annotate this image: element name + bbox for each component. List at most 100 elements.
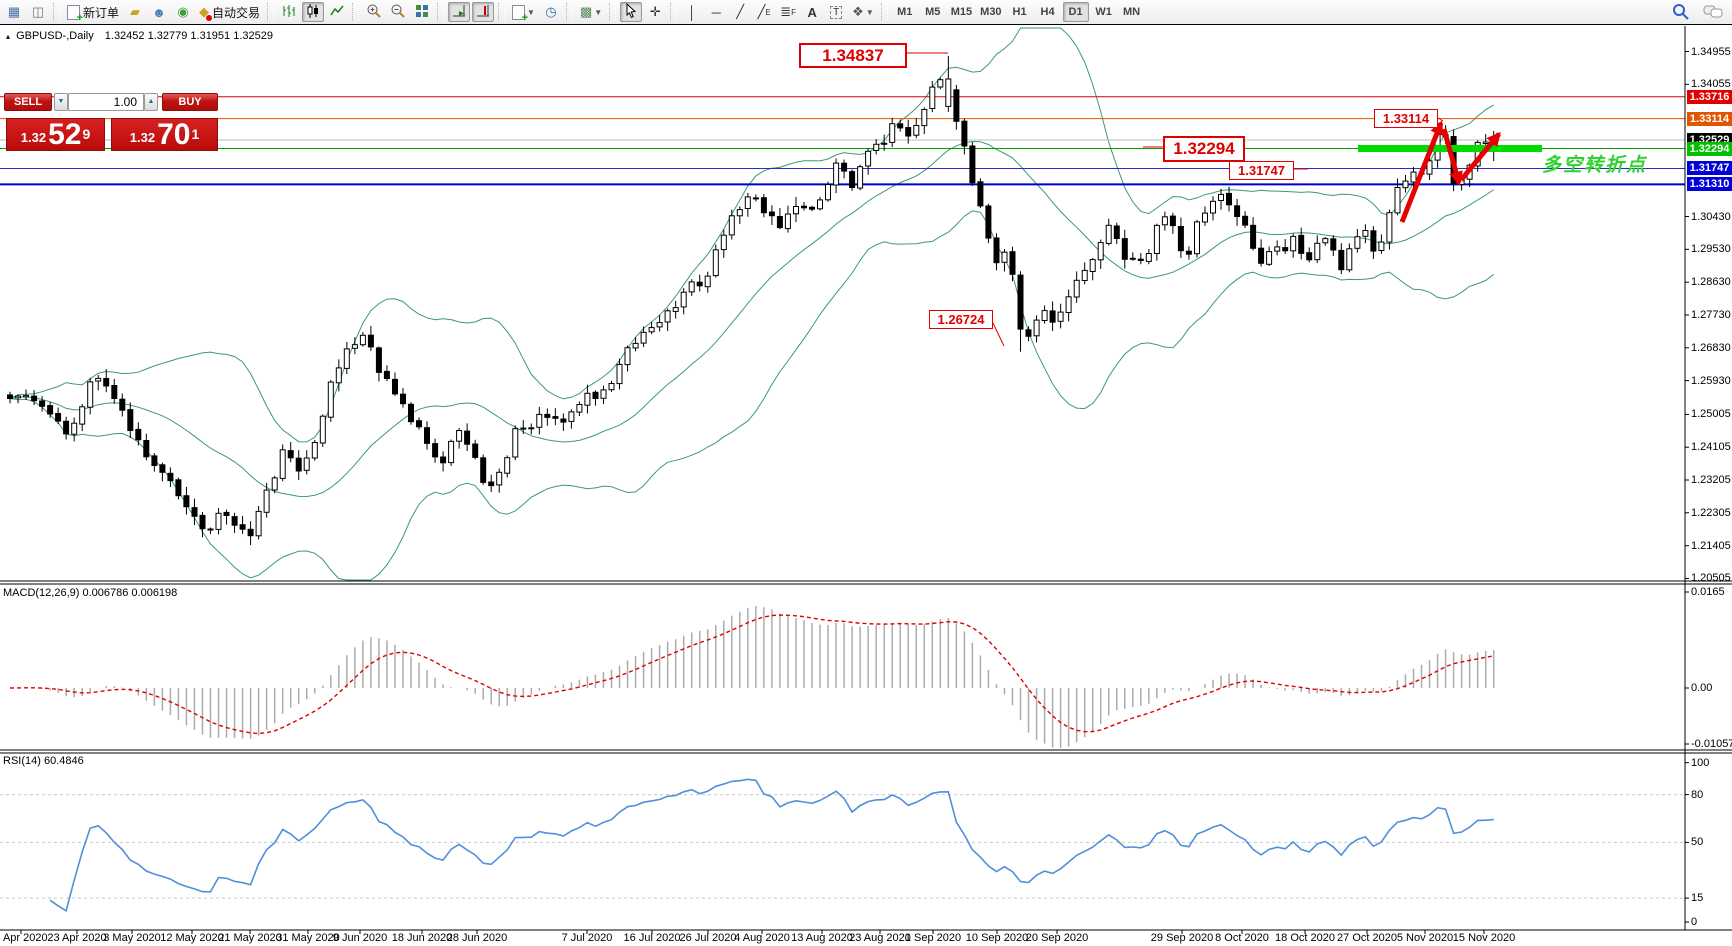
zoom-out-icon[interactable] [387, 2, 409, 22]
candle-body [1267, 252, 1272, 265]
indicators-add-icon-caret[interactable]: ▼ [527, 8, 535, 17]
price-callout-1.34837[interactable]: 1.34837 [799, 43, 907, 68]
date-label[interactable]: 31 May 2020 [276, 932, 340, 944]
candle-body [368, 335, 373, 347]
date-label[interactable]: 26 Jul 2020 [680, 932, 737, 944]
zoom-in-icon[interactable] [363, 2, 385, 22]
cursor-icon[interactable] [620, 2, 642, 22]
chart-shift-icon[interactable] [472, 2, 494, 22]
crosshair-icon[interactable]: ✛ [644, 2, 666, 22]
date-label[interactable]: 7 Jul 2020 [562, 932, 613, 944]
candle-body [1106, 225, 1111, 243]
auto-trading-button[interactable]: ◆自动交易 [196, 2, 263, 22]
bar-chart-icon[interactable] [278, 2, 300, 22]
date-label[interactable]: 27 Oct 2020 [1337, 932, 1397, 944]
bull-bear-turning-point-annotation[interactable]: 多空转折点 [1542, 150, 1647, 177]
new-order-button[interactable]: +新订单 [64, 2, 122, 22]
arrows-tool-icon-caret[interactable]: ▼ [866, 8, 874, 17]
chart-canvas[interactable] [0, 0, 1732, 946]
date-label[interactable]: 21 May 2020 [218, 932, 282, 944]
date-label[interactable]: 4 Apr 2020 [0, 932, 48, 944]
text-icon[interactable]: A [801, 2, 823, 22]
sell-price-big: 52 [48, 122, 81, 148]
date-label[interactable]: 10 Sep 2020 [966, 932, 1028, 944]
date-label[interactable]: 12 May 2020 [160, 932, 224, 944]
auto-scroll-icon[interactable] [448, 2, 470, 22]
search-icon[interactable] [1669, 2, 1693, 22]
candle-body [761, 198, 766, 213]
window-profile-icon[interactable]: ◫ [27, 2, 49, 22]
date-label[interactable]: 29 Sep 2020 [1151, 932, 1213, 944]
timeframe-m1-button[interactable]: M1 [892, 2, 918, 22]
timeframe-m15-button[interactable]: M15 [948, 2, 975, 22]
buy-price-box[interactable]: 1.32 70 1 [111, 118, 218, 151]
horizontal-line-icon[interactable]: ─ [705, 2, 727, 22]
date-label[interactable]: 13 Aug 2020 [791, 932, 853, 944]
timeframe-mn-button[interactable]: MN [1119, 2, 1145, 22]
price-callout-1.32294[interactable]: 1.32294 [1163, 136, 1245, 162]
candle-body [785, 214, 790, 229]
candle-body [585, 393, 590, 405]
price-callout-1.31747[interactable]: 1.31747 [1229, 161, 1294, 180]
timeframe-h4-button[interactable]: H4 [1035, 2, 1061, 22]
timeframe-w1-button[interactable]: W1 [1091, 2, 1117, 22]
date-label[interactable]: 9 Jun 2020 [333, 932, 387, 944]
templates-icon-caret[interactable]: ▼ [594, 8, 602, 17]
timeframe-d1-button[interactable]: D1 [1063, 2, 1089, 22]
templates-icon[interactable]: ▩▼ [577, 2, 605, 22]
price-tick-label: 1.25005 [1691, 408, 1731, 420]
sell-button[interactable]: SELL [4, 93, 52, 111]
date-label[interactable]: 18 Oct 2020 [1275, 932, 1335, 944]
volume-decrease-button[interactable]: ▼ [54, 93, 68, 111]
candlestick-chart-icon[interactable] [302, 2, 324, 22]
eraser-icon[interactable]: ▰ [124, 2, 146, 22]
date-label[interactable]: 5 Nov 2020 [1397, 932, 1453, 944]
date-label[interactable]: 15 Nov 2020 [1453, 932, 1515, 944]
equidistant-channel-icon[interactable]: ╱E [753, 2, 775, 22]
candle-body [465, 431, 470, 444]
date-label[interactable]: 18 Jun 2020 [392, 932, 453, 944]
date-label[interactable]: 3 May 2020 [103, 932, 160, 944]
candle-body [1058, 312, 1063, 321]
timeframe-m5-button[interactable]: M5 [920, 2, 946, 22]
candle-body [1315, 243, 1320, 259]
date-label[interactable]: 8 Oct 2020 [1215, 932, 1269, 944]
volume-increase-button[interactable]: ▲ [144, 93, 158, 111]
trendline-icon[interactable]: ╱ [729, 2, 751, 22]
date-label[interactable]: 23 Apr 2020 [47, 932, 106, 944]
buy-button[interactable]: BUY [162, 93, 218, 111]
date-label[interactable]: 16 Jul 2020 [624, 932, 681, 944]
volume-input[interactable]: 1.00 [68, 93, 144, 111]
text-label-icon[interactable]: T [825, 2, 847, 22]
candle-body [818, 200, 823, 209]
date-label[interactable]: 1 Sep 2020 [905, 932, 961, 944]
fibonacci-icon[interactable]: ≣F [777, 2, 799, 22]
indicators-add-icon[interactable]: +▼ [509, 2, 538, 22]
chat-icon[interactable] [1700, 2, 1726, 22]
periods-clock-icon[interactable]: ◷ [540, 2, 562, 22]
candle-body [328, 382, 333, 417]
price-callout-1.33114[interactable]: 1.33114 [1374, 109, 1438, 128]
vertical-line-icon[interactable]: │ [681, 2, 703, 22]
candle-body [1323, 239, 1328, 243]
date-label[interactable]: 20 Sep 2020 [1026, 932, 1088, 944]
tile-windows-icon[interactable] [411, 2, 433, 22]
date-label[interactable]: 4 Aug 2020 [734, 932, 790, 944]
periods-clock-icon-glyph: ◷ [545, 4, 556, 20]
signal-icon[interactable]: ◉ [172, 2, 194, 22]
quick-panel-arrow-icon[interactable]: ▴ [6, 32, 10, 41]
candle-body [112, 386, 117, 399]
date-label[interactable]: 23 Aug 2020 [849, 932, 911, 944]
accounts-icon[interactable]: ☻ [148, 2, 170, 22]
equidistant-channel-icon-glyph: ╱ [758, 4, 766, 20]
timeframe-m30-button[interactable]: M30 [977, 2, 1004, 22]
line-chart-icon[interactable] [326, 2, 348, 22]
candle-body [1138, 259, 1143, 260]
arrows-tool-icon[interactable]: ❖▼ [849, 2, 877, 22]
date-label[interactable]: 28 Jun 2020 [447, 932, 508, 944]
price-callout-1.26724[interactable]: 1.26724 [929, 310, 993, 329]
sell-price-box[interactable]: 1.32 52 9 [6, 118, 105, 151]
toolbar-separator [352, 3, 359, 21]
new-chart-icon[interactable]: ▦ [3, 2, 25, 22]
timeframe-h1-button[interactable]: H1 [1007, 2, 1033, 22]
